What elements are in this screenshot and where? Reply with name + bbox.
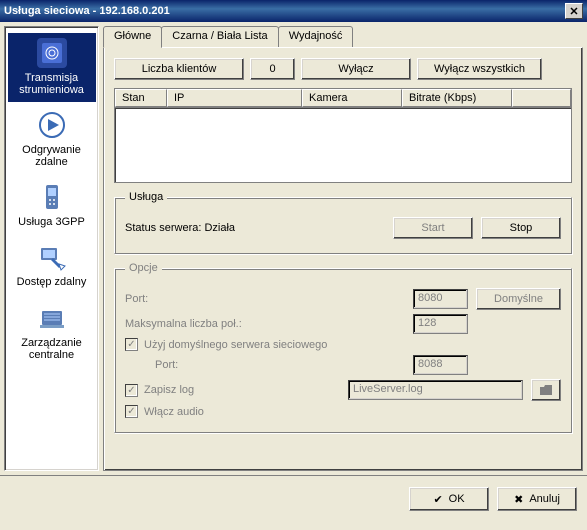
dialog-footer: ✔ OK ✖ Anuluj	[0, 475, 587, 522]
sidebar-item-central-mgmt[interactable]: Zarządzanie centralne	[8, 298, 96, 367]
tab-panel-main: Liczba klientów 0 Wyłącz Wyłącz wszystki…	[103, 47, 583, 471]
enable-audio-label: Włącz audio	[144, 406, 204, 418]
check-icon: ✔	[433, 493, 442, 506]
stop-button[interactable]: Stop	[481, 217, 561, 239]
sidebar-item-label: Transmisja strumieniowa	[10, 72, 94, 96]
disconnect-button[interactable]: Wyłącz	[301, 58, 411, 80]
th-camera[interactable]: Kamera	[302, 89, 402, 107]
port-label: Port:	[125, 293, 295, 305]
port-input[interactable]: 8080	[413, 289, 468, 309]
save-log-checkbox[interactable]: ✓ Zapisz log	[125, 384, 194, 397]
sidebar-item-streaming[interactable]: Transmisja strumieniowa	[8, 33, 96, 102]
th-ip[interactable]: IP	[167, 89, 302, 107]
table-header: Stan IP Kamera Bitrate (Kbps)	[114, 88, 572, 108]
save-log-label: Zapisz log	[144, 384, 194, 396]
remote-access-icon	[36, 241, 68, 273]
th-bitrate[interactable]: Bitrate (Kbps)	[402, 89, 512, 107]
disconnect-all-button[interactable]: Wyłącz wszystkich	[417, 58, 542, 80]
start-button[interactable]: Start	[393, 217, 473, 239]
sidebar: Transmisja strumieniowa Odgrywanie zdaln…	[4, 26, 99, 471]
tab-performance[interactable]: Wydajność	[278, 26, 354, 47]
checkbox-icon: ✓	[125, 384, 138, 397]
server-icon	[36, 302, 68, 334]
log-file-input[interactable]: LiveServer.log	[348, 380, 523, 400]
enable-audio-checkbox[interactable]: ✓ Włącz audio	[125, 405, 204, 418]
window-title: Usługa sieciowa - 192.168.0.201	[4, 5, 565, 17]
x-icon: ✖	[514, 493, 523, 506]
client-table: Stan IP Kamera Bitrate (Kbps)	[114, 88, 572, 183]
tab-bar: Główne Czarna / Biała Lista Wydajność	[103, 26, 352, 47]
web-port-label: Port:	[155, 359, 295, 371]
cancel-label: Anuluj	[529, 493, 560, 505]
max-conn-input[interactable]: 128	[413, 314, 468, 334]
server-status-label: Status serwera: Działa	[125, 222, 385, 234]
browse-log-button[interactable]	[531, 379, 561, 401]
sidebar-item-3gpp[interactable]: Usługa 3GPP	[8, 177, 96, 234]
ok-button[interactable]: ✔ OK	[409, 487, 489, 511]
table-body[interactable]	[114, 108, 572, 183]
service-legend: Usługa	[125, 191, 167, 203]
streaming-icon	[36, 37, 68, 69]
close-button[interactable]: ✕	[565, 3, 583, 19]
content-area: Główne Czarna / Biała Lista Wydajność Li…	[103, 26, 583, 471]
th-status[interactable]: Stan	[115, 89, 167, 107]
use-default-web-label: Użyj domyślnego serwera sieciowego	[144, 339, 327, 351]
options-legend: Opcje	[125, 262, 162, 274]
sidebar-item-remote-playback[interactable]: Odgrywanie zdalne	[8, 105, 96, 174]
checkbox-icon: ✓	[125, 338, 138, 351]
tab-main[interactable]: Główne	[103, 26, 162, 48]
phone-icon	[36, 181, 68, 213]
sidebar-item-label: Usługa 3GPP	[10, 216, 94, 228]
cancel-button[interactable]: ✖ Anuluj	[497, 487, 577, 511]
sidebar-item-remote-access[interactable]: Dostęp zdalny	[8, 237, 96, 294]
client-count-value: 0	[250, 58, 295, 80]
checkbox-icon: ✓	[125, 405, 138, 418]
use-default-web-checkbox[interactable]: ✓ Użyj domyślnego serwera sieciowego	[125, 338, 327, 351]
max-conn-label: Maksymalna liczba poł.:	[125, 318, 295, 330]
close-icon: ✕	[569, 5, 578, 18]
client-count-button[interactable]: Liczba klientów	[114, 58, 244, 80]
play-icon	[36, 109, 68, 141]
service-fieldset: Usługa Status serwera: Działa Start Stop	[114, 191, 572, 254]
folder-icon	[539, 385, 553, 396]
web-port-input[interactable]: 8088	[413, 355, 468, 375]
main-area: Transmisja strumieniowa Odgrywanie zdaln…	[0, 22, 587, 475]
sidebar-item-label: Dostęp zdalny	[10, 276, 94, 288]
th-spacer	[512, 89, 571, 107]
default-button[interactable]: Domyślne	[476, 288, 561, 310]
titlebar: Usługa sieciowa - 192.168.0.201 ✕	[0, 0, 587, 22]
sidebar-item-label: Zarządzanie centralne	[10, 337, 94, 361]
ok-label: OK	[449, 493, 465, 505]
tab-blackwhite[interactable]: Czarna / Biała Lista	[161, 26, 278, 47]
options-fieldset: Opcje Port: 8080 Domyślne Maksymalna lic…	[114, 262, 572, 433]
sidebar-item-label: Odgrywanie zdalne	[10, 144, 94, 168]
